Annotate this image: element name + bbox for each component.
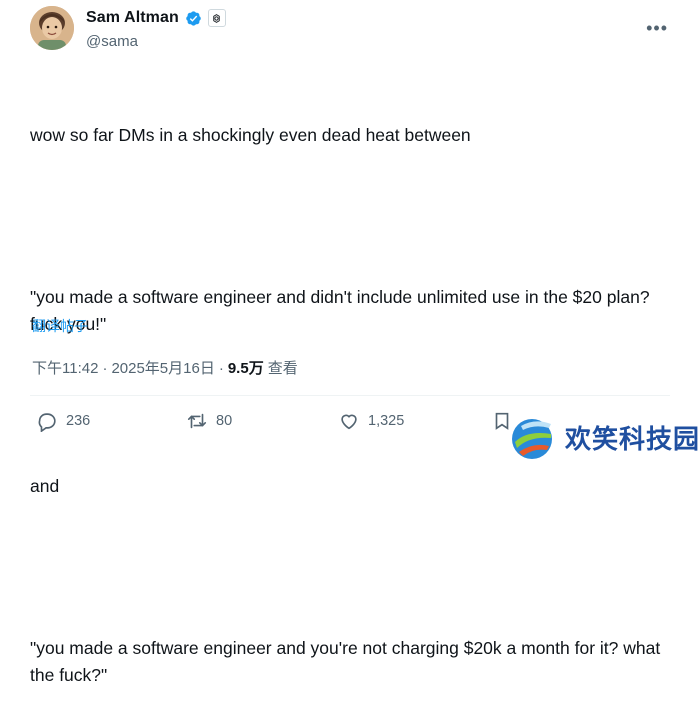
reply-button[interactable]: 236 xyxy=(36,410,90,432)
repost-count: 80 xyxy=(216,413,233,429)
like-button[interactable]: 1,325 xyxy=(338,410,404,432)
watermark-text: 欢笑科技园 xyxy=(565,424,700,455)
tweet-line: and xyxy=(30,476,60,496)
tweet-time[interactable]: 下午11:42 xyxy=(32,357,98,378)
tweet-line: "you made a software engineer and you're… xyxy=(30,638,666,685)
watermark: 欢笑科技园 xyxy=(507,412,700,462)
verified-badge-icon xyxy=(185,10,202,27)
reply-count: 236 xyxy=(66,413,91,429)
heart-icon xyxy=(341,414,357,430)
divider xyxy=(30,395,670,396)
display-name[interactable]: Sam Altman xyxy=(86,9,179,27)
handle[interactable]: @sama xyxy=(86,33,138,50)
globe-logo-icon xyxy=(512,419,552,459)
tweet-line: "you made a software engineer and didn't… xyxy=(30,287,655,334)
tweet-header: Sam Altman @sama ••• xyxy=(30,6,700,54)
repost-icon xyxy=(187,413,207,429)
like-count: 1,325 xyxy=(368,413,405,429)
tweet-meta: 下午11:42 · 2025年5月16日 · 9.5万 查看 xyxy=(32,357,298,378)
views-label: 查看 xyxy=(267,360,298,377)
avatar[interactable] xyxy=(30,6,74,50)
tweet-line: wow so far DMs in a shockingly even dead… xyxy=(30,125,471,145)
more-options-icon[interactable]: ••• xyxy=(646,18,668,39)
meta-separator: · xyxy=(218,360,224,377)
openai-logo-icon[interactable] xyxy=(207,9,226,27)
reply-icon xyxy=(38,413,56,432)
tweet-date[interactable]: 2025年5月16日 xyxy=(111,357,214,378)
tweet-text: wow so far DMs in a shockingly even dead… xyxy=(30,68,680,716)
translate-post-link[interactable]: 翻译帖子 xyxy=(32,316,88,336)
view-count[interactable]: 9.5万 xyxy=(228,357,264,378)
repost-button[interactable]: 80 xyxy=(186,410,232,432)
meta-separator: · xyxy=(102,360,108,377)
